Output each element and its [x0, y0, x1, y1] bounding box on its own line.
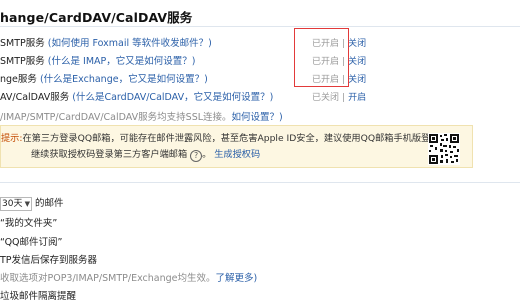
service-row-pop3-smtp: SMTP服务 (如何使用 Foxmail 等软件收发邮件？) 已开启 | 关闭	[0, 36, 520, 52]
days-select-value: 30天	[2, 198, 23, 209]
warning-text-2: 继续获取授权码登录第三方客户端邮箱	[31, 149, 188, 160]
service-row-exchange: nge服务 (什么是Exchange，它又是如何设置？) 已开启 | 关闭	[0, 72, 520, 88]
days-select[interactable]: 30天 ▼	[0, 196, 32, 211]
service-help-link[interactable]: (如何使用 Foxmail 等软件收发邮件？)	[48, 38, 212, 49]
folder-mine-label: “我的文件夹”	[0, 218, 58, 229]
smtp-save-option[interactable]: TP发信后保存到服务器	[0, 253, 97, 269]
warning-line-1: 提示:在第三方登录QQ邮箱，可能存在邮件泄露风险，甚至危害Apple ID安全，…	[1, 131, 449, 146]
status-disabled: 已关闭	[312, 93, 340, 103]
ssl-note-text: /IMAP/SMTP/CardDAV/CalDAV服务均支持SSL连接。	[0, 112, 232, 123]
spam-filter-option[interactable]: 垃圾邮件隔离提醒	[0, 289, 76, 305]
options-divider	[0, 182, 520, 183]
folder-subscribe-option[interactable]: “QQ邮件订阅”	[0, 235, 62, 251]
warning-text: 在第三方登录QQ邮箱，可能存在邮件泄露风险，甚至危害Apple ID安全，建议使…	[22, 133, 449, 144]
warning-line-2: 继续获取授权码登录第三方客户端邮箱 ?。 生成授权码	[31, 149, 261, 162]
disable-button[interactable]: 关闭	[348, 75, 366, 85]
chevron-down-icon: ▼	[24, 199, 30, 208]
learn-more-link[interactable]: 了解更多)	[216, 273, 258, 284]
folder-subscribe-label: “QQ邮件订阅”	[0, 237, 63, 248]
enable-button[interactable]: 开启	[348, 93, 366, 103]
service-help-link[interactable]: (什么是CardDAV/CalDAV，它又是如何设置？)	[72, 92, 273, 103]
disable-button[interactable]: 关闭	[348, 57, 366, 67]
spam-filter-label: 垃圾邮件隔离提醒	[0, 291, 77, 302]
section-title: hange/CardDAV/CalDAV服务	[0, 10, 193, 25]
warning-label: 提示:	[1, 133, 23, 144]
service-name: nge服务	[0, 74, 37, 85]
service-help-link[interactable]: (什么是Exchange，它又是如何设置？)	[40, 74, 208, 85]
service-name: SMTP服务	[0, 38, 45, 49]
service-name: SMTP服务	[0, 56, 45, 67]
question-icon[interactable]: ?	[190, 150, 203, 162]
title-divider	[0, 26, 520, 27]
highlight-box	[294, 28, 349, 87]
service-row-imap-smtp: SMTP服务 (什么是 IMAP，它又是如何设置？) 已开启 | 关闭	[0, 54, 520, 70]
ssl-note: /IMAP/SMTP/CardDAV/CalDAV服务均支持SSL连接。如何设置…	[0, 110, 283, 126]
pop-note-text: 收取选项对POP3/IMAP/SMTP/Exchange均生效。	[0, 273, 216, 284]
service-row-carddav-caldav: AV/CalDAV服务 (什么是CardDAV/CalDAV，它又是如何设置？)…	[0, 90, 520, 106]
ssl-help-link[interactable]: 如何设置？)	[232, 112, 283, 123]
qr-code-icon	[428, 133, 460, 165]
smtp-save-label: TP发信后保存到服务器	[0, 255, 98, 266]
service-name: AV/CalDAV服务	[0, 92, 70, 103]
generate-auth-code-link[interactable]: 生成授权码	[214, 149, 260, 160]
folder-mine-option[interactable]: “我的文件夹”	[0, 216, 57, 232]
status-separator: |	[342, 93, 346, 103]
days-suffix: 的邮件	[35, 198, 64, 209]
disable-button[interactable]: 关闭	[348, 39, 366, 49]
warning-box: 提示:在第三方登录QQ邮箱，可能存在邮件泄露风险，甚至危害Apple ID安全，…	[0, 125, 473, 168]
service-help-link[interactable]: (什么是 IMAP，它又是如何设置？)	[48, 56, 196, 67]
service-status: 已关闭 | 开启	[312, 90, 366, 106]
pop-note-row: 收取选项对POP3/IMAP/SMTP/Exchange均生效。了解更多)	[0, 271, 257, 287]
days-option-row: 30天 ▼ 的邮件	[0, 196, 64, 212]
